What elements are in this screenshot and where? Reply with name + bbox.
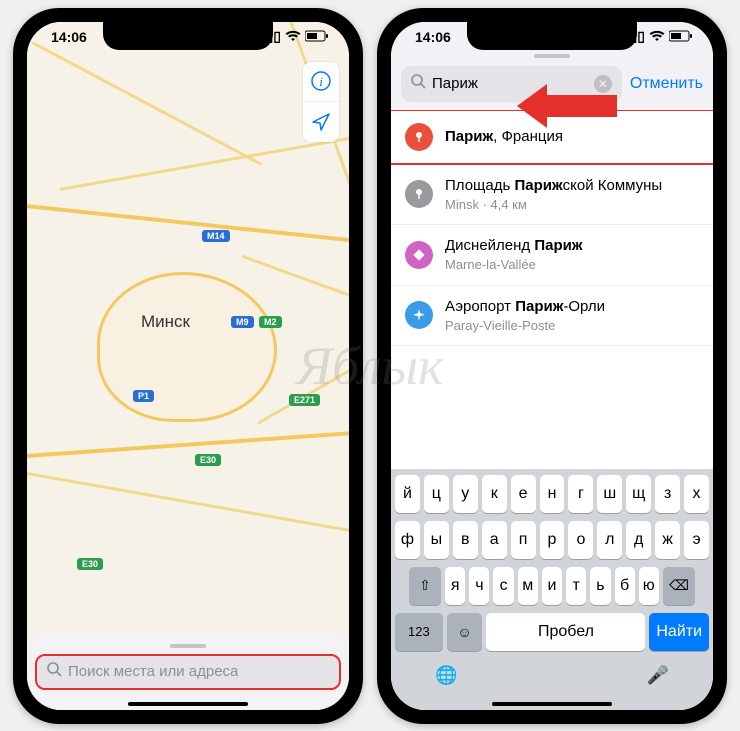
route-badge-m9: M9 <box>231 316 254 328</box>
plane-icon <box>405 301 433 329</box>
search-icon <box>411 74 426 93</box>
panel-grabber[interactable] <box>534 54 570 58</box>
result-row[interactable]: Диснейленд Париж Marne-la-Vallée <box>391 225 713 286</box>
key-м[interactable]: м <box>518 567 538 605</box>
key-и[interactable]: и <box>542 567 562 605</box>
key-т[interactable]: т <box>566 567 586 605</box>
key-н[interactable]: н <box>540 475 565 513</box>
key-в[interactable]: в <box>453 521 478 559</box>
key-у[interactable]: у <box>453 475 478 513</box>
home-indicator[interactable] <box>492 702 612 706</box>
key-ь[interactable]: ь <box>590 567 610 605</box>
shift-key[interactable]: ⇧ <box>409 567 441 605</box>
pin-icon <box>405 123 433 151</box>
key-й[interactable]: й <box>395 475 420 513</box>
result-text: Аэропорт Париж-Орли Paray-Vieille-Poste <box>445 298 605 334</box>
panel-grabber[interactable] <box>170 644 206 648</box>
wifi-icon <box>285 29 301 45</box>
wifi-icon <box>649 29 665 45</box>
route-badge-e30: E30 <box>195 454 221 466</box>
result-text: Диснейленд Париж Marne-la-Vallée <box>445 237 583 273</box>
search-key[interactable]: Найти <box>649 613 709 651</box>
search-query: Париж <box>432 75 478 92</box>
key-б[interactable]: б <box>615 567 635 605</box>
map-canvas[interactable]: Минск M14 M9 M2 P1 E271 E30 E30 <box>27 22 349 710</box>
keyboard-row-3: ⇧ ячсмитьбю ⌫ <box>395 567 709 605</box>
battery-icon <box>669 29 693 45</box>
key-х[interactable]: х <box>684 475 709 513</box>
phone-left: 14:06 ▮▮▯▯ Минск M14 <box>13 8 363 724</box>
notch <box>103 22 273 50</box>
numbers-key[interactable]: 123 <box>395 613 443 651</box>
ring-road <box>97 272 277 422</box>
annotation-arrow <box>517 84 617 128</box>
key-а[interactable]: а <box>482 521 507 559</box>
search-placeholder: Поиск места или адреса <box>68 663 238 680</box>
result-text: Площадь Парижской Коммуны Minsk · 4,4 км <box>445 177 662 213</box>
locate-button[interactable] <box>303 102 339 142</box>
cancel-button[interactable]: Отменить <box>630 75 703 93</box>
search-panel[interactable]: Поиск места или адреса <box>27 634 349 710</box>
route-badge-p1: P1 <box>133 390 154 402</box>
info-button[interactable]: i <box>303 62 339 102</box>
mic-icon[interactable]: 🎤 <box>647 665 669 686</box>
key-э[interactable]: э <box>684 521 709 559</box>
key-ф[interactable]: ф <box>395 521 420 559</box>
emoji-key[interactable]: ☺ <box>447 613 483 651</box>
key-ю[interactable]: ю <box>639 567 659 605</box>
route-badge-m2: M2 <box>259 316 282 328</box>
result-text: Париж, Франция <box>445 128 563 146</box>
keyboard-row-4: 123 ☺ Пробел Найти <box>395 613 709 651</box>
route-badge-e271: E271 <box>289 394 320 406</box>
key-с[interactable]: с <box>493 567 513 605</box>
status-time: 14:06 <box>43 29 87 45</box>
phone-right: 14:06 ▮▮▯▯ Париж ✕ <box>377 8 727 724</box>
space-key[interactable]: Пробел <box>486 613 645 651</box>
key-р[interactable]: р <box>540 521 565 559</box>
keyboard-row-2: фывапролджэ <box>395 521 709 559</box>
result-row[interactable]: Аэропорт Париж-Орли Paray-Vieille-Poste <box>391 286 713 347</box>
key-л[interactable]: л <box>597 521 622 559</box>
key-ч[interactable]: ч <box>469 567 489 605</box>
key-е[interactable]: е <box>511 475 536 513</box>
key-к[interactable]: к <box>482 475 507 513</box>
svg-text:i: i <box>319 74 323 89</box>
key-щ[interactable]: щ <box>626 475 651 513</box>
status-time: 14:06 <box>407 29 451 45</box>
key-д[interactable]: д <box>626 521 651 559</box>
keyboard: йцукенгшщзх фывапролджэ ⇧ ячсмитьбю ⌫ 12… <box>391 469 713 710</box>
key-ж[interactable]: ж <box>655 521 680 559</box>
key-п[interactable]: п <box>511 521 536 559</box>
key-г[interactable]: г <box>568 475 593 513</box>
map-controls: i <box>303 62 339 142</box>
key-ш[interactable]: ш <box>597 475 622 513</box>
keyboard-toolbar: 🌐 🎤 <box>395 659 709 686</box>
poi-icon <box>405 241 433 269</box>
notch <box>467 22 637 50</box>
key-з[interactable]: з <box>655 475 680 513</box>
keyboard-row-1: йцукенгшщзх <box>395 475 709 513</box>
search-input[interactable]: Поиск места или адреса <box>35 654 341 690</box>
home-indicator[interactable] <box>128 702 248 706</box>
backspace-key[interactable]: ⌫ <box>663 567 695 605</box>
city-label: Минск <box>141 312 190 332</box>
key-я[interactable]: я <box>445 567 465 605</box>
search-icon <box>47 662 62 681</box>
globe-icon[interactable]: 🌐 <box>435 665 457 686</box>
pin-icon <box>405 180 433 208</box>
key-ц[interactable]: ц <box>424 475 449 513</box>
battery-icon <box>305 29 329 45</box>
route-badge-m14: M14 <box>202 230 230 242</box>
route-badge-e30b: E30 <box>77 558 103 570</box>
key-о[interactable]: о <box>568 521 593 559</box>
result-row[interactable]: Площадь Парижской Коммуны Minsk · 4,4 км <box>391 165 713 226</box>
key-ы[interactable]: ы <box>424 521 449 559</box>
